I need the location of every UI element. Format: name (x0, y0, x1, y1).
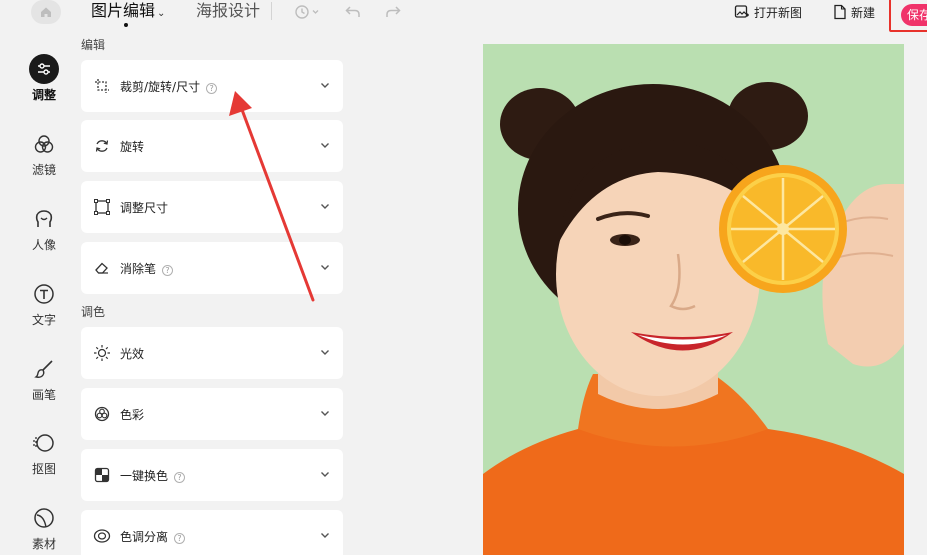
text-icon (29, 279, 59, 309)
home-button[interactable] (31, 0, 61, 24)
chevron-down-icon: ⌄ (157, 8, 166, 19)
crop-label: 裁剪/旋转/尺寸 (120, 80, 201, 94)
eraser-label: 消除笔 (120, 262, 157, 276)
light-label: 光效 (120, 347, 145, 361)
help-icon[interactable]: ? (206, 83, 218, 94)
crop-icon (93, 77, 111, 95)
filter-icon (29, 129, 59, 159)
panel-item-label: 消除笔? (120, 260, 174, 277)
panel-item-label: 色调分离? (120, 528, 186, 545)
tab-poster-design[interactable]: 海报设计 (196, 0, 260, 22)
panel-item-split-tone[interactable]: 色调分离? (81, 510, 343, 555)
tab-poster-design-label: 海报设计 (196, 1, 261, 20)
chevron-down-icon (321, 533, 329, 538)
rail-item-material[interactable]: 素材 (14, 503, 74, 552)
tool-rail: 调整 滤镜 人像 文字 画笔 抠图 素材 (0, 32, 70, 555)
rail-item-cutout[interactable]: 抠图 (14, 428, 74, 477)
save-highlight-box: 保存 (889, 0, 927, 32)
swap-color-label: 一键换色 (120, 469, 169, 483)
color-icon (93, 405, 111, 423)
portrait-icon (29, 204, 59, 234)
open-image-label: 打开新图 (754, 5, 803, 20)
portrait-photo (483, 44, 904, 555)
swap-color-icon (93, 466, 111, 484)
redo-icon (386, 6, 401, 17)
light-icon (93, 344, 111, 362)
new-file-icon (834, 4, 846, 20)
help-icon[interactable]: ? (174, 472, 186, 483)
split-tone-icon (93, 527, 111, 545)
rail-label: 画笔 (31, 388, 56, 402)
rotate-label: 旋转 (120, 140, 145, 154)
eraser-icon (93, 259, 111, 277)
tab-image-edit-label: 图片编辑 (91, 1, 156, 20)
chevron-down-icon (321, 411, 329, 416)
rotate-icon (93, 137, 111, 155)
rail-label: 素材 (31, 537, 56, 551)
rail-item-text[interactable]: 文字 (14, 279, 74, 328)
tab-image-edit[interactable]: 图片编辑 ⌄ (91, 0, 166, 27)
annotation-arrow (229, 91, 315, 302)
cutout-icon (29, 428, 59, 458)
rail-label: 抠图 (31, 462, 56, 476)
adjust-icon (29, 54, 59, 84)
redo-button[interactable] (382, 2, 404, 22)
rail-label: 滤镜 (31, 163, 56, 177)
help-icon[interactable]: ? (174, 533, 186, 544)
split-tone-label: 色调分离 (120, 530, 169, 544)
new-label: 新建 (851, 5, 876, 20)
rail-item-adjust[interactable]: 调整 (14, 54, 74, 103)
panel-item-swap-color[interactable]: 一键换色? (81, 449, 343, 501)
material-icon (29, 503, 59, 533)
rail-item-filter[interactable]: 滤镜 (14, 129, 74, 178)
panel-item-label: 光效 (120, 345, 144, 362)
chevron-down-icon (321, 350, 329, 355)
undo-icon (345, 6, 360, 17)
divider (271, 2, 272, 20)
home-icon (41, 7, 51, 17)
top-bar: 图片编辑 ⌄ 海报设计 打开新图 新建 保存 (0, 0, 927, 32)
save-label: 保存 (907, 8, 927, 22)
canvas-photo[interactable] (483, 44, 904, 555)
open-image-icon (734, 5, 749, 18)
active-tab-indicator (124, 23, 128, 27)
section-title-edit: 编辑 (81, 38, 106, 52)
help-icon[interactable]: ? (162, 265, 174, 276)
panel-item-color[interactable]: 色彩 (81, 388, 343, 440)
panel-item-light[interactable]: 光效 (81, 327, 343, 379)
undo-button[interactable] (342, 2, 364, 22)
rail-item-brush[interactable]: 画笔 (14, 354, 74, 403)
panel-item-label: 调整尺寸 (120, 199, 168, 216)
rail-label: 人像 (31, 238, 56, 252)
history-button[interactable] (291, 2, 323, 22)
resize-label: 调整尺寸 (120, 201, 169, 215)
rail-label: 调整 (31, 88, 56, 102)
save-button[interactable]: 保存 (901, 4, 927, 26)
history-icon (295, 5, 319, 19)
rail-label: 文字 (31, 313, 56, 327)
open-image-button[interactable]: 打开新图 (734, 2, 802, 22)
panel-item-label: 裁剪/旋转/尺寸? (120, 78, 218, 95)
resize-icon (93, 198, 111, 216)
color-label: 色彩 (120, 408, 145, 422)
new-button[interactable]: 新建 (833, 2, 875, 22)
chevron-down-icon (321, 472, 329, 477)
rail-item-portrait[interactable]: 人像 (14, 204, 74, 253)
panel-item-label: 旋转 (120, 138, 144, 155)
brush-icon (29, 354, 59, 384)
panel-item-label: 一键换色? (120, 467, 186, 484)
panel-item-label: 色彩 (120, 406, 144, 423)
section-title-color: 调色 (81, 305, 106, 319)
